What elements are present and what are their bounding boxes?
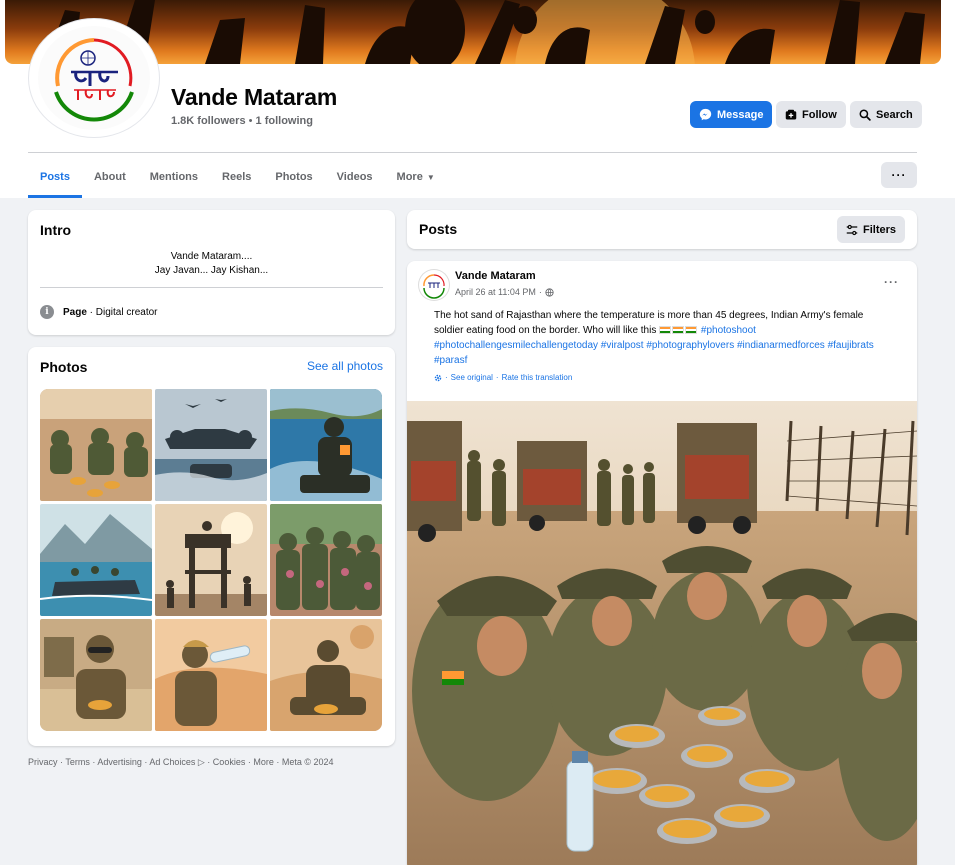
profile-tabs: Posts About Mentions Reels Photos Videos… <box>28 158 447 198</box>
post-meta: April 26 at 11:04 PM · <box>455 287 554 297</box>
following-count[interactable]: 1 following <box>256 115 313 127</box>
translation-row: · See original · Rate this translation <box>434 373 572 382</box>
photo-thumbnail[interactable] <box>155 389 267 501</box>
message-button[interactable]: Message <box>690 101 773 128</box>
dot-separator: · <box>445 373 448 382</box>
tab-more-label: More <box>396 171 423 183</box>
post-card: Vande Mataram April 26 at 11:04 PM · ···… <box>407 261 917 865</box>
messenger-icon <box>699 108 712 121</box>
search-icon <box>859 109 871 121</box>
bullet-separator: • <box>245 115 256 127</box>
posts-header-card: Posts Filters <box>407 210 917 249</box>
search-label: Search <box>876 108 913 121</box>
photos-title: Photos <box>40 359 88 375</box>
follow-icon <box>785 109 797 119</box>
photo-thumbnail[interactable] <box>155 619 267 731</box>
filters-button[interactable]: Filters <box>836 216 905 243</box>
category-prefix: Page <box>63 306 87 318</box>
follow-button[interactable]: Follow <box>776 101 846 128</box>
dot-separator: · <box>495 373 499 382</box>
intro-card: Intro Vande Mataram.... Jay Javan... Jay… <box>28 210 395 335</box>
post-author-name[interactable]: Vande Mataram <box>455 270 536 282</box>
photo-thumbnail[interactable] <box>270 389 382 501</box>
page-header: Vande Mataram 1.8K followers • 1 followi… <box>0 0 955 198</box>
follow-label: Follow <box>802 108 837 121</box>
posts-title: Posts <box>419 221 458 237</box>
vande-mataram-logo <box>38 26 150 130</box>
intro-bio: Vande Mataram.... Jay Javan... Jay Kisha… <box>40 250 383 278</box>
page-category: i Page · Digital creator <box>40 305 157 319</box>
caret-down-icon: ▼ <box>426 172 435 182</box>
hashtag-link[interactable]: #photoshoot <box>701 325 756 336</box>
bio-line-1: Vande Mataram.... <box>170 251 253 262</box>
meta-separator: · <box>538 287 542 297</box>
photo-thumbnail[interactable] <box>270 504 382 616</box>
tab-posts[interactable]: Posts <box>28 158 82 198</box>
profile-avatar[interactable] <box>29 19 159 137</box>
post-image[interactable] <box>407 401 917 865</box>
hashtag-links[interactable]: #photochallengesmilechallengetoday #vira… <box>434 340 874 366</box>
tab-about[interactable]: About <box>82 158 138 196</box>
see-original-link[interactable]: See original <box>451 373 493 382</box>
tab-photos[interactable]: Photos <box>263 158 324 196</box>
post-text: The hot sand of Rajasthan where the temp… <box>434 308 894 368</box>
photo-thumbnail[interactable] <box>270 619 382 731</box>
tab-reels[interactable]: Reels <box>210 158 263 196</box>
search-button[interactable]: Search <box>850 101 922 128</box>
globe-icon <box>545 287 554 297</box>
photo-thumbnail[interactable] <box>40 504 152 616</box>
tab-videos[interactable]: Videos <box>325 158 385 196</box>
intro-divider <box>40 287 383 288</box>
filters-icon <box>846 224 858 235</box>
settings-gear-icon <box>434 374 442 381</box>
see-all-photos-link[interactable]: See all photos <box>307 359 383 373</box>
tab-more[interactable]: More ▼ <box>385 158 447 196</box>
photos-card: Photos See all photos <box>28 347 395 746</box>
message-label: Message <box>717 108 764 121</box>
more-options-button[interactable]: ··· <box>881 162 917 188</box>
photo-thumbnail[interactable] <box>40 389 152 501</box>
photo-grid <box>40 389 382 731</box>
flag-emoji <box>659 325 698 336</box>
follow-counts: 1.8K followers • 1 following <box>171 115 313 127</box>
header-divider <box>28 152 917 153</box>
photo-thumbnail[interactable] <box>155 504 267 616</box>
post-options-button[interactable]: ··· <box>884 275 899 289</box>
bio-line-2: Jay Javan... Jay Kishan... <box>154 265 269 276</box>
post-body: The hot sand of Rajasthan where the temp… <box>434 310 864 336</box>
post-author-avatar[interactable] <box>419 270 449 300</box>
followers-count[interactable]: 1.8K followers <box>171 115 246 127</box>
tab-mentions[interactable]: Mentions <box>138 158 210 196</box>
photo-thumbnail[interactable] <box>40 619 152 731</box>
category-value: · Digital creator <box>86 306 158 318</box>
footer-links[interactable]: Privacy · Terms · Advertising · Ad Choic… <box>28 757 334 768</box>
page-title: Vande Mataram <box>171 84 338 110</box>
post-date[interactable]: April 26 at 11:04 PM <box>455 287 536 297</box>
filters-label: Filters <box>862 223 896 236</box>
rate-translation-link[interactable]: Rate this translation <box>502 373 573 382</box>
intro-title: Intro <box>40 222 72 238</box>
info-icon: i <box>40 305 54 319</box>
